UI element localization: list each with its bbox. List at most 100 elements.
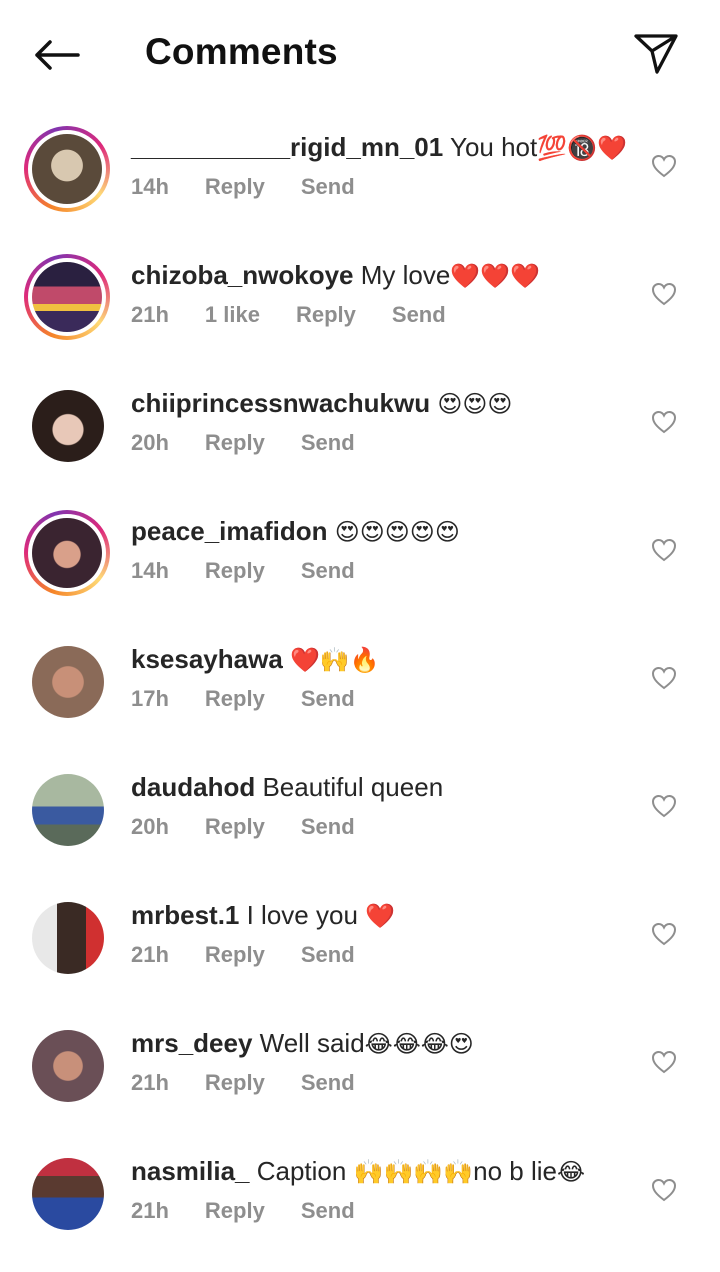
avatar [32,518,102,588]
comment-meta: 14h Reply Send [131,174,391,200]
reply-button[interactable]: Reply [205,430,265,456]
like-count[interactable]: 1 like [205,302,260,328]
avatar-wrap[interactable] [24,382,110,468]
comment-emoji: 😍😍😍 [437,391,513,418]
comment-username[interactable]: ___________rigid_mn_01 [131,132,443,162]
heart-outline-icon [651,410,677,434]
avatar-wrap[interactable] [24,766,110,852]
comment-text: chiiprincessnwachukwu 😍😍😍 [131,386,631,422]
comment-time: 21h [131,302,169,327]
comment-time: 14h [131,558,169,583]
comment-username[interactable]: ksesayhawa [131,644,283,674]
comment-item: mrs_deey Well said😂😂😂😍 21h Reply Send [0,1006,720,1134]
comment-body: Well said [252,1028,365,1058]
avatar [32,262,102,332]
paper-plane-icon [634,34,678,74]
like-button[interactable] [648,406,680,438]
comment-text: chizoba_nwokoye My love❤️❤️❤️ [131,258,631,294]
comment-body: You hot [443,132,538,162]
send-button[interactable]: Send [392,302,446,328]
comments-list: ___________rigid_mn_01 You hot💯🔞❤️ 14h Re… [0,110,720,1262]
heart-outline-icon [651,666,677,690]
avatar [32,1158,104,1230]
like-button[interactable] [648,534,680,566]
comment-username[interactable]: chiiprincessnwachukwu [131,388,430,418]
heart-outline-icon [651,794,677,818]
comment-item: ksesayhawa ❤️🙌🔥 17h Reply Send [0,622,720,750]
comment-text: mrbest.1 I love you ❤️ [131,898,631,934]
send-button[interactable]: Send [301,942,355,968]
comment-username[interactable]: daudahod [131,772,255,802]
reply-button[interactable]: Reply [205,558,265,584]
send-button[interactable]: Send [301,686,355,712]
reply-button[interactable]: Reply [205,686,265,712]
reply-button[interactable]: Reply [205,1070,265,1096]
send-button[interactable]: Send [301,430,355,456]
reply-button[interactable]: Reply [205,814,265,840]
send-button[interactable]: Send [301,1070,355,1096]
avatar [32,390,104,462]
comment-text: mrs_deey Well said😂😂😂😍 [131,1026,631,1062]
comment-meta: 17h Reply Send [131,686,391,712]
comment-meta: 21h Reply Send [131,942,391,968]
comment-emoji: 🙌🙌🙌🙌 [353,1159,474,1186]
comment-emoji-2: 😂 [556,1159,586,1186]
comment-username[interactable]: mrs_deey [131,1028,252,1058]
heart-outline-icon [651,1050,677,1074]
page-title: Comments [145,31,338,72]
avatar [32,646,104,718]
comment-item: nasmilia_ Caption 🙌🙌🙌🙌no b lie😂 21h Reply… [0,1134,720,1262]
heart-outline-icon [651,922,677,946]
avatar-wrap[interactable] [24,1150,110,1236]
comment-time: 17h [131,686,169,711]
comment-text: daudahod Beautiful queen [131,770,631,806]
send-button[interactable]: Send [301,1198,355,1224]
avatar-wrap[interactable] [24,638,110,724]
comment-meta: 14h Reply Send [131,558,391,584]
comment-meta: 20h Reply Send [131,814,391,840]
comment-username[interactable]: chizoba_nwokoye [131,260,354,290]
avatar-story-ring[interactable] [24,510,110,596]
comment-body [283,644,290,674]
share-button[interactable] [628,28,684,80]
avatar-story-ring[interactable] [24,254,110,340]
comment-body: My love [353,260,451,290]
like-button[interactable] [648,918,680,950]
avatar-wrap[interactable] [24,1022,110,1108]
avatar-wrap[interactable] [24,894,110,980]
like-button[interactable] [648,1174,680,1206]
like-button[interactable] [648,278,680,310]
like-button[interactable] [648,1046,680,1078]
like-button[interactable] [648,662,680,694]
comment-emoji: ❤️🙌🔥 [290,647,380,674]
comment-item: daudahod Beautiful queen 20h Reply Send [0,750,720,878]
send-button[interactable]: Send [301,814,355,840]
comment-username[interactable]: mrbest.1 [131,900,239,930]
reply-button[interactable]: Reply [296,302,356,328]
send-button[interactable]: Send [301,558,355,584]
heart-outline-icon [651,154,677,178]
reply-button[interactable]: Reply [205,942,265,968]
comment-meta: 21h 1 like Reply Send [131,302,482,328]
reply-button[interactable]: Reply [205,174,265,200]
back-button[interactable] [28,30,84,80]
send-button[interactable]: Send [301,174,355,200]
comment-body: I love you [239,900,366,930]
comment-item: peace_imafidon 😍😍😍😍😍 14h Reply Send [0,494,720,622]
reply-button[interactable]: Reply [205,1198,265,1224]
avatar-story-ring[interactable] [24,126,110,212]
comment-body-2: no b lie [473,1156,557,1186]
comment-body: Beautiful queen [255,772,444,802]
like-button[interactable] [648,150,680,182]
header: Comments [0,0,720,110]
comment-username[interactable]: peace_imafidon [131,516,328,546]
comment-emoji: ❤️❤️❤️ [450,263,540,290]
comment-text: ___________rigid_mn_01 You hot💯🔞❤️ [131,130,631,166]
like-button[interactable] [648,790,680,822]
comment-username[interactable]: nasmilia_ [131,1156,250,1186]
heart-outline-icon [651,538,677,562]
comment-emoji: 😂😂😂😍 [364,1031,474,1058]
avatar [32,902,104,974]
comment-body [328,516,335,546]
comment-time: 21h [131,942,169,967]
